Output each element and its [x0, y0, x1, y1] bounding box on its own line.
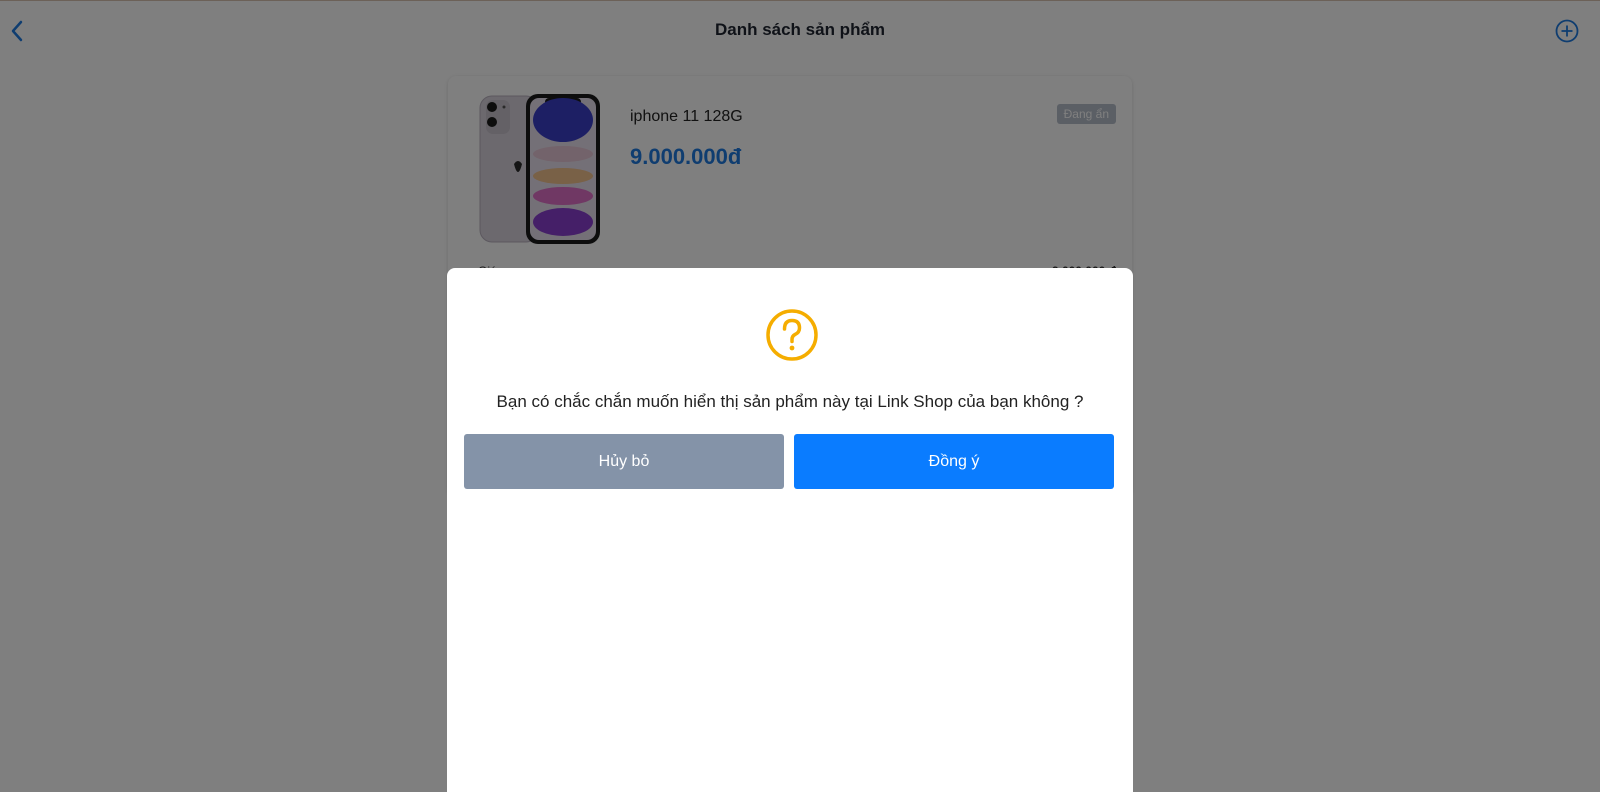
cancel-button[interactable]: Hủy bỏ [464, 434, 784, 489]
confirm-dialog: Bạn có chắc chắn muốn hiển thị sản phẩm … [447, 268, 1133, 792]
question-circle-icon [766, 309, 818, 361]
confirm-button[interactable]: Đồng ý [794, 434, 1114, 489]
dialog-message: Bạn có chắc chắn muốn hiển thị sản phẩm … [496, 392, 1084, 411]
